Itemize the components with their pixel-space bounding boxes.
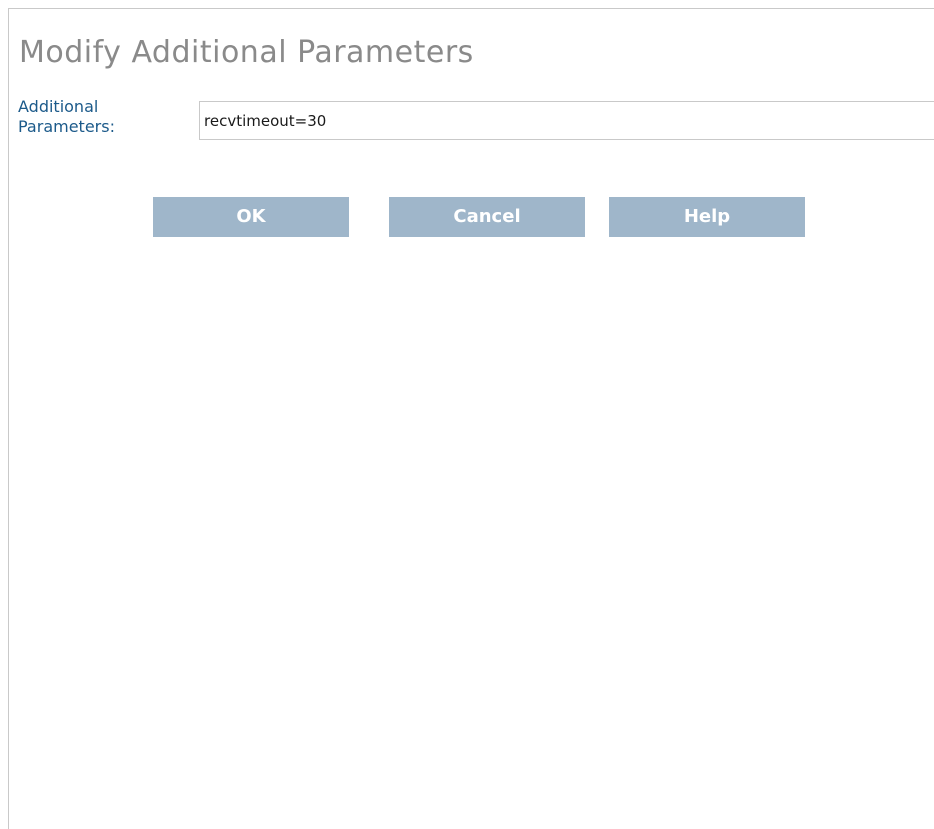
dialog-panel: Modify Additional Parameters Additional … [8,8,934,829]
cancel-button[interactable]: Cancel [389,197,585,237]
help-button[interactable]: Help [609,197,805,237]
additional-parameters-label: Additional Parameters: [18,97,115,136]
additional-parameters-input[interactable] [199,101,934,140]
ok-button[interactable]: OK [153,197,349,237]
page-title: Modify Additional Parameters [19,35,474,70]
